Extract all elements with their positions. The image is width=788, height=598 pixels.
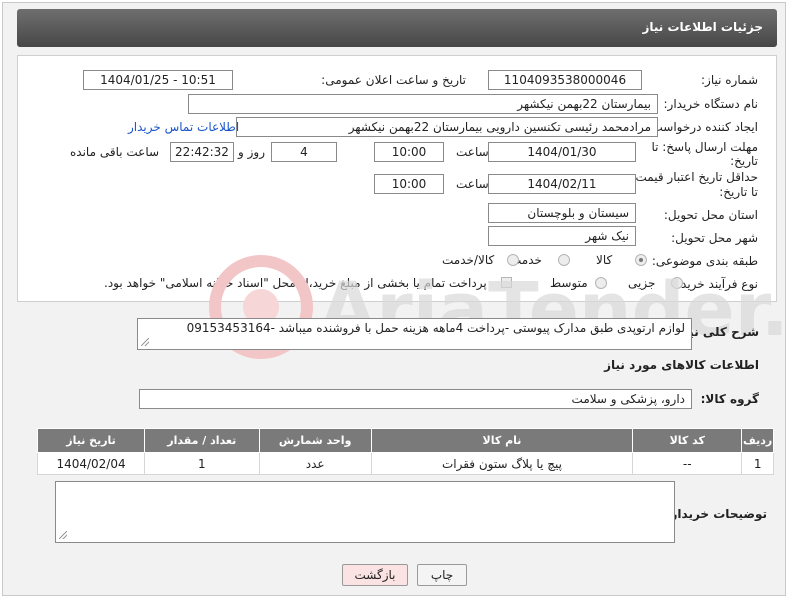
deadline-label-line1: مهلت ارسال پاسخ: تا [651, 140, 758, 154]
remaining-label: ساعت باقی مانده [70, 145, 160, 159]
deadline-time-field: 10:00 [374, 142, 444, 162]
goods-group-field: دارو، پزشکی و سلامت [139, 389, 692, 409]
validity-label-line1: حداقل تاریخ اعتبار قیمت: [631, 170, 758, 184]
goods-section-title: اطلاعات کالاهای مورد نیاز [604, 358, 759, 372]
cell-code: -- [632, 452, 743, 475]
province-label: استان محل تحویل: [663, 208, 758, 222]
category-radio-both[interactable] [507, 254, 519, 266]
buyer-field: بیمارستان 22بهمن نیکشهر [188, 94, 658, 114]
cell-unit: عدد [258, 452, 372, 475]
announce-value: 1404/01/25 - 10:51 [100, 73, 216, 87]
treasury-payment-note: پرداخت تمام یا بخشی از مبلغ خرید،از محل … [104, 276, 487, 290]
validity-time-label: ساعت [456, 177, 489, 191]
header-bar: جزئیات اطلاعات نیاز [17, 9, 777, 47]
buyer-notes-label: توضیحات خریدار: [665, 507, 767, 521]
process-option-minor: جزیی [628, 276, 656, 290]
process-radio-minor[interactable] [671, 277, 683, 289]
category-option-goods: کالا [596, 253, 613, 267]
buyer-label: نام دستگاه خریدار: [663, 97, 759, 111]
days-label: روز و [238, 145, 265, 159]
creator-label: ایجاد کننده درخواست: [647, 120, 758, 134]
category-radio-goods[interactable] [635, 254, 647, 266]
validity-time-field: 10:00 [374, 174, 444, 194]
contact-info-link[interactable]: اطلاعات تماس خریدار [128, 120, 239, 134]
creator-field: مرادمحمد رئیسی تکنسین دارویی بیمارستان 2… [236, 117, 658, 137]
print-button[interactable]: چاپ [417, 564, 467, 586]
cell-name: پیچ یا پلاگ ستون فقرات [370, 452, 634, 475]
col-date: تاریخ نیاز [36, 428, 146, 453]
resize-grip-icon[interactable] [59, 531, 67, 539]
announce-field: 1404/01/25 - 10:51 [83, 70, 233, 90]
col-unit: واحد شمارش [258, 428, 372, 453]
process-label: نوع فرآیند خرید : [673, 277, 758, 291]
need-number-label: شماره نیاز: [701, 73, 758, 87]
page-title: جزئیات اطلاعات نیاز [642, 20, 763, 34]
goods-group-label: گروه کالا: [700, 392, 759, 406]
deadline-label-line2: تاریخ: [730, 154, 758, 168]
need-number-field: 1104093538000046 [488, 70, 642, 90]
treasury-payment-checkbox[interactable] [501, 277, 512, 288]
resize-grip-icon[interactable] [141, 338, 149, 346]
table-row: 1 -- پیچ یا پلاگ ستون فقرات عدد 1 1404/0… [36, 452, 774, 475]
description-text: لوازم ارتوپدی طبق مدارک پیوستی -پرداخت 4… [186, 321, 685, 335]
category-radio-service[interactable] [558, 254, 570, 266]
goods-table: ردیف کد کالا نام کالا واحد شمارش تعداد /… [36, 428, 774, 475]
category-label: طبقه بندی موضوعی: [651, 254, 758, 268]
process-radio-medium[interactable] [595, 277, 607, 289]
remaining-time-field: 22:42:32 [170, 142, 234, 162]
col-name: نام کالا [370, 428, 634, 453]
col-qty: تعداد / مقدار [144, 428, 260, 453]
cell-date: 1404/02/04 [36, 452, 146, 475]
goods-table-header: ردیف کد کالا نام کالا واحد شمارش تعداد /… [36, 428, 774, 453]
city-label: شهر محل تحویل: [671, 231, 758, 245]
col-code: کد کالا [632, 428, 743, 453]
details-panel: شماره نیاز: 1104093538000046 تاریخ و ساع… [17, 55, 777, 302]
city-field: نیک شهر [488, 226, 636, 246]
col-row: ردیف [741, 428, 774, 453]
cell-qty: 1 [144, 452, 260, 475]
province-field: سیستان و بلوچستان [488, 203, 636, 223]
announce-label: تاریخ و ساعت اعلان عمومی: [321, 73, 466, 87]
deadline-time-label: ساعت [456, 145, 489, 159]
category-option-both: کالا/خدمت [442, 253, 495, 267]
cell-row: 1 [741, 452, 774, 475]
description-textarea: لوازم ارتوپدی طبق مدارک پیوستی -پرداخت 4… [137, 318, 692, 350]
process-option-medium: متوسط [550, 276, 588, 290]
deadline-date-field: 1404/01/30 [488, 142, 636, 162]
validity-label-line2: تا تاریخ: [719, 185, 758, 199]
buyer-notes-textarea [55, 481, 675, 543]
days-field: 4 [271, 142, 337, 162]
back-button[interactable]: بازگشت [342, 564, 408, 586]
validity-date-field: 1404/02/11 [488, 174, 636, 194]
page-container: جزئیات اطلاعات نیاز شماره نیاز: 11040935… [2, 2, 788, 596]
